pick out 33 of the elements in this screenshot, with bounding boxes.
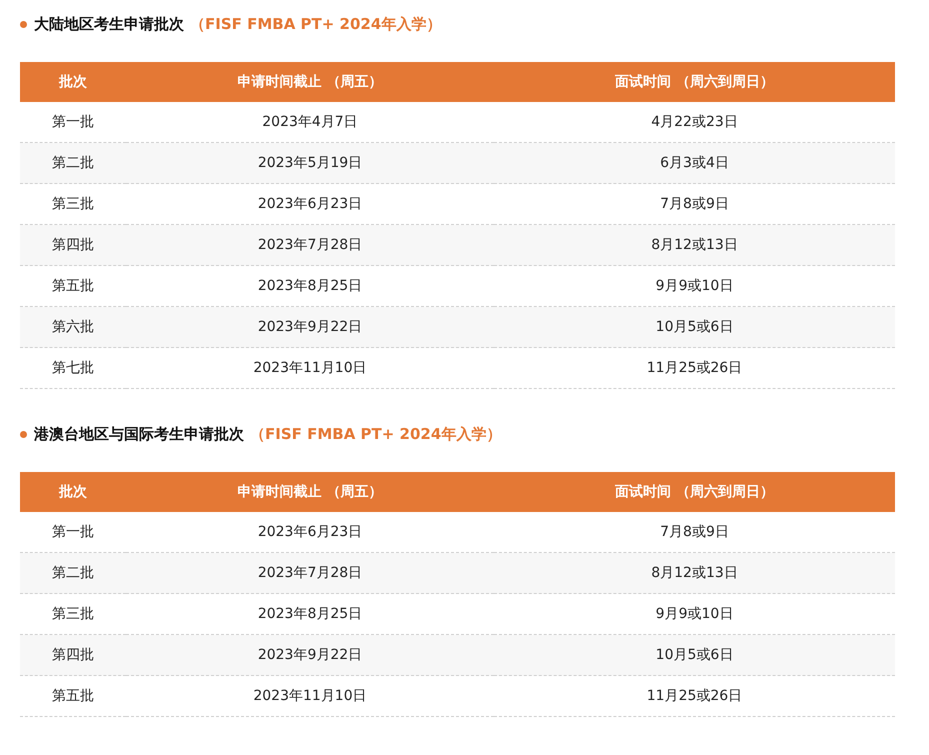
table-cell: 2023年5月19日 [126,143,494,184]
table-cell: 6月3或4日 [494,143,895,184]
table-cell: 第五批 [20,676,126,717]
table-cell: 2023年11月10日 [126,348,494,389]
table-cell: 10月5或6日 [494,307,895,348]
table-cell: 2023年7月28日 [126,553,494,594]
table-cell: 2023年11月10日 [126,676,494,717]
column-header: 申请时间截止 （周五） [126,472,494,512]
table-cell: 第二批 [20,143,126,184]
bullet-icon [20,430,27,438]
section-title: 港澳台地区与国际考生申请批次 [34,424,244,444]
table-cell: 第七批 [20,348,126,389]
table-cell: 10月5或6日 [494,635,895,676]
table-cell: 8月12或13日 [494,225,895,266]
column-header: 面试时间 （周六到周日） [494,472,895,512]
table-cell: 8月12或13日 [494,553,895,594]
column-header: 批次 [20,62,126,102]
table-cell: 11月25或26日 [494,348,895,389]
table-cell: 第二批 [20,553,126,594]
column-header: 面试时间 （周六到周日） [494,62,895,102]
section-subtitle: （FISF FMBA PT+ 2024年入学） [250,424,502,444]
table-cell: 第六批 [20,307,126,348]
table-cell: 2023年7月28日 [126,225,494,266]
section-subtitle: （FISF FMBA PT+ 2024年入学） [190,14,442,34]
table-cell: 第四批 [20,225,126,266]
table-cell: 2023年9月22日 [126,307,494,348]
bullet-icon [20,20,27,28]
column-header: 申请时间截止 （周五） [126,62,494,102]
section-title: 大陆地区考生申请批次 [34,14,184,34]
table-cell: 第四批 [20,635,126,676]
column-header: 批次 [20,472,126,512]
table-cell: 11月25或26日 [494,676,895,717]
table-cell: 2023年9月22日 [126,635,494,676]
